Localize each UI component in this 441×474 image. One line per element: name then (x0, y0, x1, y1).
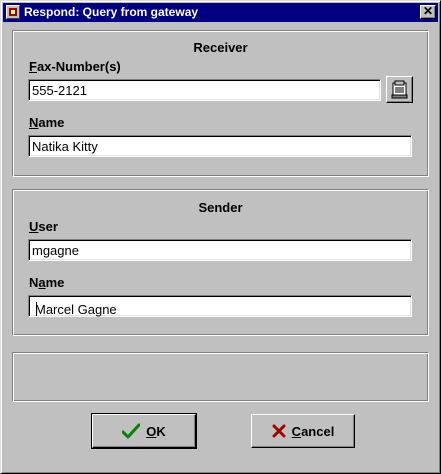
user-label: User (29, 219, 58, 234)
fax-number-label: Fax-Number(s) (29, 59, 121, 74)
receiver-group-title: Receiver (193, 40, 248, 55)
fax-number-field[interactable]: 555-2121 (28, 79, 381, 101)
cancel-button[interactable]: Cancel (251, 414, 355, 448)
receiver-name-label: Name (29, 115, 65, 130)
status-panel (12, 352, 429, 402)
cancel-button-label: Cancel (291, 423, 335, 439)
dialog-window: Respond: Query from gateway ✕ Receiver F… (0, 0, 441, 474)
sender-name-label: Name (29, 275, 65, 290)
app-system-icon[interactable] (6, 5, 20, 19)
receiver-name-field[interactable]: Natika Kitty (28, 135, 412, 157)
checkmark-icon (122, 423, 141, 439)
sender-name-field[interactable]: Marcel Gagne (28, 295, 412, 317)
phonebook-button[interactable] (386, 76, 413, 103)
sender-group-title: Sender (198, 200, 243, 215)
user-field[interactable]: mgagne (28, 239, 412, 261)
fax-phonebook-icon (391, 80, 408, 99)
window-title: Respond: Query from gateway (24, 5, 199, 19)
close-button[interactable]: ✕ (420, 5, 436, 19)
ok-button-label: OK (146, 423, 166, 439)
title-bar[interactable]: Respond: Query from gateway ✕ (3, 3, 438, 22)
x-icon (272, 424, 286, 438)
text-caret (36, 302, 37, 316)
ok-button[interactable]: OK (91, 413, 197, 449)
